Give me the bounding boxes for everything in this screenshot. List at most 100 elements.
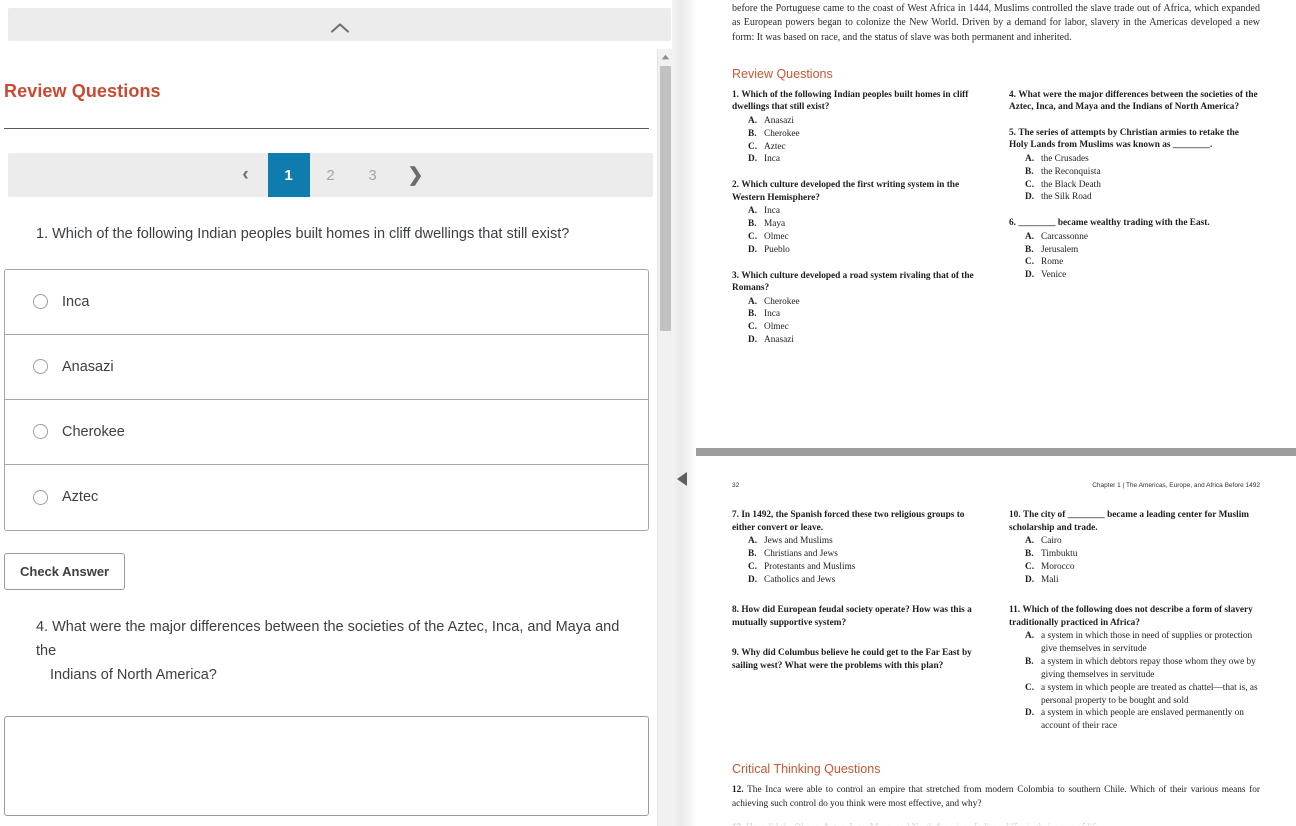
- choice-letter: D.: [748, 244, 758, 255]
- chevron-up-icon: [330, 20, 349, 33]
- choice-text: Pueblo: [764, 244, 790, 255]
- book-choice: C. a system in which people are treated a…: [1025, 682, 1260, 708]
- book-choice: D. Venice: [1025, 269, 1260, 282]
- option-label: Anasazi: [62, 358, 114, 375]
- choice-letter: C.: [1025, 179, 1035, 190]
- choice-letter: C.: [748, 322, 758, 333]
- book-question: 9. Why did Columbus believe he could get…: [732, 647, 983, 672]
- choice-text: Inca: [764, 309, 780, 320]
- book-choice: D. the Silk Road: [1025, 191, 1260, 204]
- book-choice: D. Pueblo: [748, 244, 983, 257]
- pagination: ‹ 1 2 3 ❯: [8, 153, 653, 197]
- book-choice: D. Anasazi: [748, 334, 983, 347]
- book-choice: A. Anasazi: [748, 115, 983, 128]
- book-choice: B. Christians and Jews: [748, 548, 983, 561]
- book-question: 1. Which of the following Indian peoples…: [732, 89, 983, 166]
- book-choices: A. Jews and Muslims B. Christians and Jews…: [732, 535, 983, 586]
- choice-text: Maya: [764, 219, 786, 230]
- question-4-answer-textarea[interactable]: [4, 715, 649, 816]
- book-choice: B. a system in which debtors repay those …: [1025, 656, 1260, 682]
- option-row-aztec[interactable]: Aztec: [5, 465, 648, 530]
- choice-text: Carcassonne: [1041, 231, 1088, 242]
- title-divider: [4, 128, 649, 129]
- book-choices: A. the Crusades B. the Reconquista C. the B…: [1009, 153, 1260, 204]
- choice-text: Olmec: [764, 322, 789, 333]
- book-page-top: which differed significantly from the ra…: [696, 0, 1296, 448]
- book-choice: B. Jerusalem: [1025, 244, 1260, 257]
- choice-text: Cherokee: [764, 128, 800, 139]
- book-page2-columns: 7. In 1492, the Spanish forced these two…: [732, 509, 1260, 746]
- choice-text: a system in which people are treated as …: [1041, 682, 1258, 706]
- pagination-page-1[interactable]: 1: [267, 153, 310, 197]
- book-question: 8. How did European feudal society opera…: [732, 604, 983, 629]
- collapse-section-bar[interactable]: [8, 8, 671, 41]
- choice-text: Catholics and Jews: [764, 574, 836, 585]
- collapse-left-triangle-icon[interactable]: [677, 472, 687, 486]
- option-row-anasazi[interactable]: Anasazi: [5, 335, 648, 400]
- book-question-number: 7.: [732, 509, 739, 520]
- option-row-inca[interactable]: Inca: [5, 270, 648, 335]
- radio-icon[interactable]: [33, 359, 48, 375]
- book-choice: A. a system in which those in need of sup…: [1025, 630, 1260, 656]
- choice-letter: A.: [1025, 153, 1035, 164]
- pagination-page-3[interactable]: 3: [352, 153, 394, 197]
- choice-text: Aztec: [764, 141, 786, 152]
- scroll-up-arrow-icon[interactable]: [658, 49, 672, 64]
- choice-text: Christians and Jews: [764, 548, 838, 559]
- pagination-page-2[interactable]: 2: [310, 153, 352, 197]
- radio-icon[interactable]: [33, 424, 48, 440]
- book-question-number: 4.: [1009, 89, 1016, 100]
- book-paragraph: which differed significantly from the ra…: [732, 3, 1260, 43]
- radio-icon[interactable]: [33, 489, 48, 505]
- option-row-cherokee[interactable]: Cherokee: [5, 400, 648, 465]
- book-question-stem: Why did Columbus believe he could get to…: [732, 648, 972, 672]
- choice-text: Cairo: [1041, 536, 1062, 547]
- book-question-number: 1.: [732, 89, 739, 100]
- book-question: 2. Which culture developed the first wri…: [732, 179, 983, 256]
- book-choice: C. Olmec: [748, 321, 983, 334]
- book-viewer-panel: which differed significantly from the ra…: [696, 0, 1296, 826]
- book-choices: A. Cairo B. Timbuktu C. Morocco D. Mali: [1009, 535, 1260, 586]
- choice-letter: D.: [748, 335, 758, 346]
- book-choices: A. a system in which those in need of sup…: [1009, 630, 1260, 733]
- choice-letter: A.: [1025, 631, 1035, 642]
- radio-icon[interactable]: [33, 294, 48, 310]
- book-choice: A. Cairo: [1025, 535, 1260, 548]
- choice-letter: A.: [748, 296, 758, 307]
- pagination-next-button[interactable]: ❯: [394, 153, 438, 197]
- choice-letter: C.: [1025, 561, 1035, 572]
- option-label: Aztec: [62, 489, 99, 506]
- book-choice: D. Catholics and Jews: [748, 574, 983, 587]
- choice-text: Rome: [1041, 257, 1064, 268]
- book-question-stem: Which of the following Indian peoples bu…: [732, 89, 969, 113]
- choice-letter: B.: [748, 128, 757, 139]
- book-choices: A. Anasazi B. Cherokee C. Aztec D. Inca: [732, 115, 983, 166]
- critical-question: 13. How did the Olmec, Aztec, Inca, Maya…: [732, 822, 1260, 826]
- panel-divider[interactable]: [672, 0, 696, 826]
- quiz-panel: Review Questions ‹ 1 2 3 ❯ 1. Which of t…: [0, 0, 672, 826]
- book-question-number: 6.: [1009, 218, 1016, 229]
- book-question: 11. Which of the following does not desc…: [1009, 604, 1260, 733]
- check-answer-button[interactable]: Check Answer: [4, 552, 126, 590]
- choice-letter: C.: [1025, 257, 1035, 268]
- choice-letter: C.: [748, 141, 758, 152]
- book-choice: B. the Reconquista: [1025, 166, 1260, 179]
- book-question-number: 11.: [1009, 605, 1021, 616]
- book-question-number: 5.: [1009, 127, 1016, 138]
- choice-letter: B.: [748, 309, 757, 320]
- book-review-right-column: 4. What were the major differences betwe…: [1009, 89, 1260, 360]
- scrollbar-thumb[interactable]: [660, 66, 671, 331]
- book-choice: C. the Black Death: [1025, 179, 1260, 192]
- book-choice: A. Jews and Muslims: [748, 535, 983, 548]
- critical-question-number: 12.: [732, 785, 744, 796]
- choice-text: Protestants and Muslims: [764, 561, 856, 572]
- choice-letter: B.: [1025, 657, 1034, 668]
- choice-text: Timbuktu: [1041, 548, 1078, 559]
- choice-text: a system in which those in need of suppl…: [1041, 631, 1253, 655]
- pagination-prev-button[interactable]: ‹: [224, 153, 268, 197]
- quiz-scrollbar[interactable]: [657, 49, 672, 826]
- choice-letter: A.: [748, 536, 758, 547]
- book-choice: B. Timbuktu: [1025, 548, 1260, 561]
- book-review-left-column: 1. Which of the following Indian peoples…: [732, 89, 983, 360]
- choice-text: Morocco: [1041, 561, 1075, 572]
